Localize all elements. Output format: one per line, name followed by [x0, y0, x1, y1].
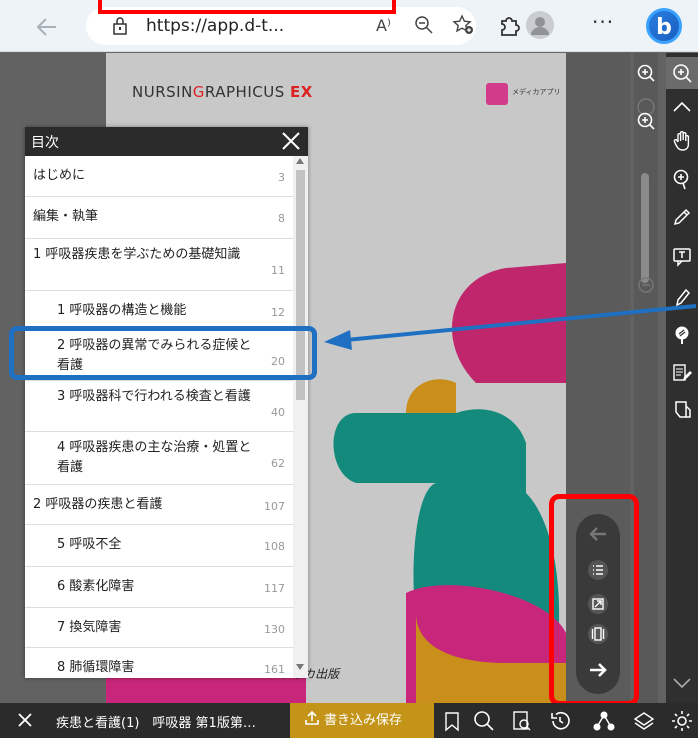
close-icon[interactable] — [279, 129, 303, 153]
toc-header: 目次 — [25, 127, 308, 156]
zoom-in-small-icon[interactable] — [636, 111, 656, 131]
nav-annotation-box — [549, 494, 639, 706]
share-network-icon[interactable] — [592, 709, 616, 733]
browser-toolbar: https://app.d-t... A⁾ ··· b — [0, 0, 698, 52]
toc-item-page: 130 — [264, 623, 285, 636]
toc-item-label: 3 呼吸器科で行われる検査と看護 — [57, 389, 251, 404]
zoom-tool-icon[interactable] — [666, 57, 698, 89]
toc-item[interactable]: はじめに 3 — [25, 156, 293, 197]
toc-item-label: 5 呼吸不全 — [57, 537, 122, 552]
toc-item-page: 107 — [264, 500, 285, 513]
scroll-up-icon[interactable] — [296, 158, 304, 164]
toc-item-label: 編集・執筆 — [33, 209, 99, 224]
profile-avatar[interactable] — [526, 11, 554, 39]
collapse-down-icon[interactable] — [666, 667, 698, 699]
brand-logo: NURSINGRAPHICUS EX — [132, 83, 313, 101]
toc-item[interactable]: 7 換気障害 130 — [25, 608, 293, 648]
hand-pan-icon[interactable] — [666, 125, 698, 157]
text-comment-icon[interactable] — [666, 241, 698, 273]
history-icon[interactable] — [548, 709, 572, 733]
toc-item-label: 1 呼吸器の構造と機能 — [57, 303, 187, 318]
toc-title: 目次 — [31, 135, 59, 151]
toc-item-label: 2 呼吸器の疾患と看護 — [33, 497, 163, 512]
save-annotations-button[interactable]: 書き込み保存 — [290, 703, 434, 738]
toc-item[interactable]: 4 呼吸器疾患の主な治療・処置と看護 62 — [25, 432, 293, 485]
toc-panel: 目次 はじめに 3 編集・執筆 8 1 呼吸器疾患を学ぶための基礎知識 11 1 呼吸器の構… — [25, 127, 308, 678]
address-annotation-box — [98, 0, 396, 14]
toc-item-label: 4 呼吸器疾患の主な治療・処置と看護 — [57, 440, 252, 475]
toc-list: はじめに 3 編集・執筆 8 1 呼吸器疾患を学ぶための基礎知識 11 1 呼吸器の構造と機… — [25, 156, 293, 678]
bookmark-icon[interactable] — [440, 709, 464, 733]
layers-icon[interactable] — [632, 709, 656, 733]
memo-edit-icon[interactable] — [666, 357, 698, 389]
zoom-in-icon[interactable] — [636, 63, 656, 83]
status-bar: 疾患と看護(1) 呼吸器 第1版第… 書き込み保存 — [0, 703, 698, 738]
close-document-icon[interactable] — [14, 709, 36, 731]
toc-item[interactable]: 編集・執筆 8 — [25, 197, 293, 239]
toc-item[interactable]: 1 呼吸器疾患を学ぶための基礎知識 11 — [25, 239, 293, 291]
favorite-star-icon[interactable] — [452, 14, 474, 36]
toc-item[interactable]: 1 呼吸器の構造と機能 12 — [25, 291, 293, 330]
toc-item-label: 1 呼吸器疾患を学ぶための基礎知識 — [33, 247, 241, 262]
read-aloud-icon[interactable]: A⁾ — [376, 16, 391, 35]
collapse-up-icon[interactable] — [666, 91, 698, 123]
pen-tool-icon[interactable] — [666, 201, 698, 233]
eraser-tool-icon[interactable] — [666, 393, 698, 425]
toc-item-page: 117 — [264, 582, 285, 595]
toc-item[interactable]: 3 呼吸器科で行われる検査と看護 40 — [25, 381, 293, 432]
toc-item-label: 7 換気障害 — [57, 620, 122, 635]
toc-item[interactable]: 8 肺循環障害 161 — [25, 648, 293, 678]
toc-item[interactable]: 5 呼吸不全 108 — [25, 525, 293, 567]
toc-item[interactable]: 6 酸素化障害 117 — [25, 567, 293, 608]
toc-item-label: 8 肺循環障害 — [57, 660, 135, 675]
toc-item-page: 62 — [271, 457, 285, 470]
upload-icon — [305, 710, 319, 725]
toc-item-label: はじめに — [33, 168, 86, 183]
save-label: 書き込み保存 — [324, 713, 403, 728]
toc-item-page: 3 — [278, 171, 285, 184]
scroll-down-icon[interactable] — [296, 664, 304, 670]
medica-app-label: メディカアプリ — [512, 88, 561, 96]
annotation-arrow-icon — [324, 304, 697, 350]
toc-item-page: 12 — [271, 306, 285, 319]
lock-icon[interactable] — [112, 17, 128, 35]
toc-item-page: 40 — [271, 406, 285, 419]
settings-gear-icon[interactable] — [670, 709, 694, 733]
highlight-annotation-box — [9, 326, 317, 380]
bing-copilot-icon[interactable]: b — [646, 8, 682, 44]
more-menu-icon[interactable]: ··· — [592, 10, 614, 34]
toc-item-page: 11 — [271, 264, 285, 277]
toc-item-page: 161 — [264, 663, 285, 676]
document-title: 疾患と看護(1) 呼吸器 第1版第… — [56, 716, 256, 731]
toc-item-page: 8 — [278, 212, 285, 225]
extensions-icon[interactable] — [496, 13, 522, 39]
tool-sidebar — [666, 53, 698, 703]
zoom-out-small-icon[interactable] — [636, 275, 656, 295]
medica-app-icon — [486, 83, 508, 105]
zoom-slider-track[interactable] — [641, 173, 649, 283]
page-search-icon[interactable] — [510, 709, 534, 733]
toc-item[interactable]: 2 呼吸器の疾患と看護 107 — [25, 485, 293, 525]
back-arrow-icon[interactable] — [34, 14, 60, 40]
search-icon[interactable] — [472, 709, 496, 733]
toc-scrollbar[interactable] — [293, 156, 308, 678]
url-text[interactable]: https://app.d-t... — [146, 16, 284, 36]
toc-item-label: 6 酸素化障害 — [57, 579, 135, 594]
toc-item-page: 108 — [264, 540, 285, 553]
zoom-out-icon[interactable] — [414, 15, 434, 35]
magnify-tool-icon[interactable] — [666, 163, 698, 195]
